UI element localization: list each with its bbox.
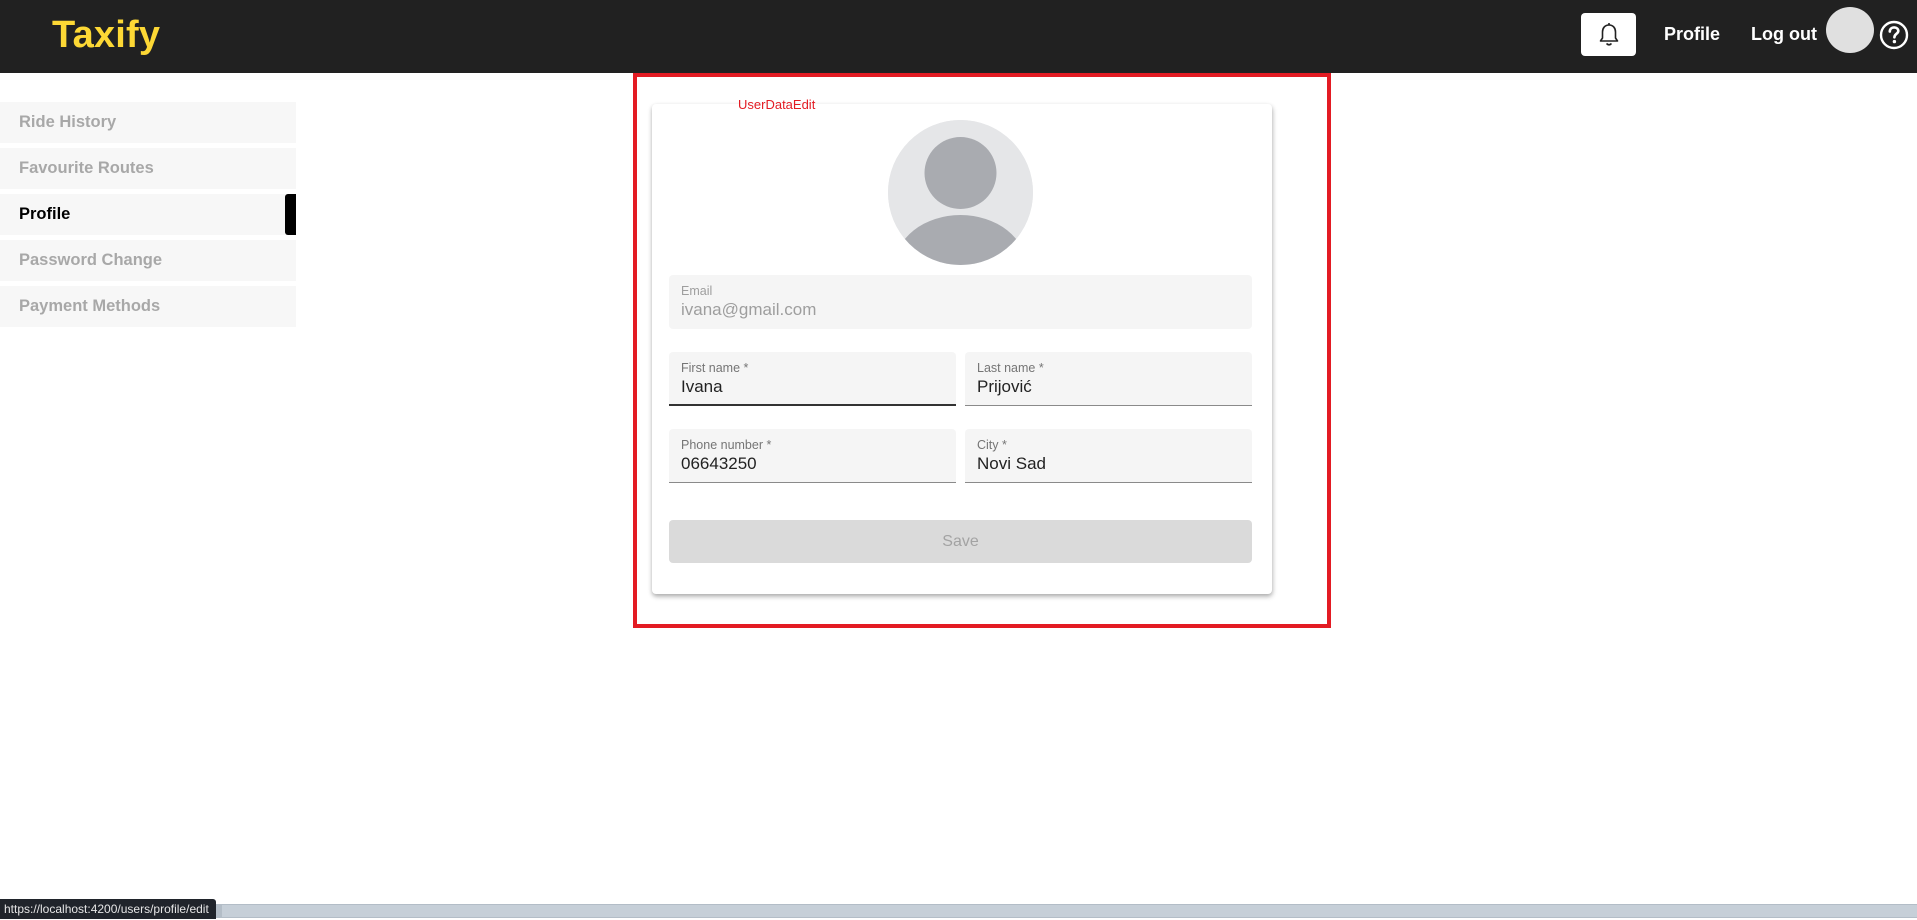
- component-highlight-label: UserDataEdit: [738, 97, 816, 112]
- question-circle-icon[interactable]: [1879, 20, 1909, 50]
- sidebar-item-ride-history[interactable]: Ride History: [0, 102, 296, 143]
- user-avatar[interactable]: [1826, 7, 1874, 53]
- nav-profile-link[interactable]: Profile: [1664, 24, 1720, 45]
- nav-logout-link[interactable]: Log out: [1751, 24, 1817, 45]
- sidebar-item-favourite-routes[interactable]: Favourite Routes: [0, 148, 296, 189]
- top-navbar: Taxify Profile Log out: [0, 0, 1917, 73]
- notifications-button[interactable]: [1581, 13, 1636, 56]
- brand-logo[interactable]: Taxify: [52, 14, 160, 57]
- scrollbar-thumb[interactable]: [222, 905, 1917, 917]
- sidebar-item-payment-methods[interactable]: Payment Methods: [0, 286, 296, 327]
- status-bar-url: https://localhost:4200/users/profile/edi…: [0, 899, 216, 919]
- sidebar-item-profile[interactable]: Profile: [0, 194, 296, 235]
- component-highlight-box: [633, 73, 1331, 628]
- sidebar-nav: Ride History Favourite Routes Profile Pa…: [0, 102, 296, 332]
- sidebar-item-password-change[interactable]: Password Change: [0, 240, 296, 281]
- bell-icon: [1599, 22, 1618, 46]
